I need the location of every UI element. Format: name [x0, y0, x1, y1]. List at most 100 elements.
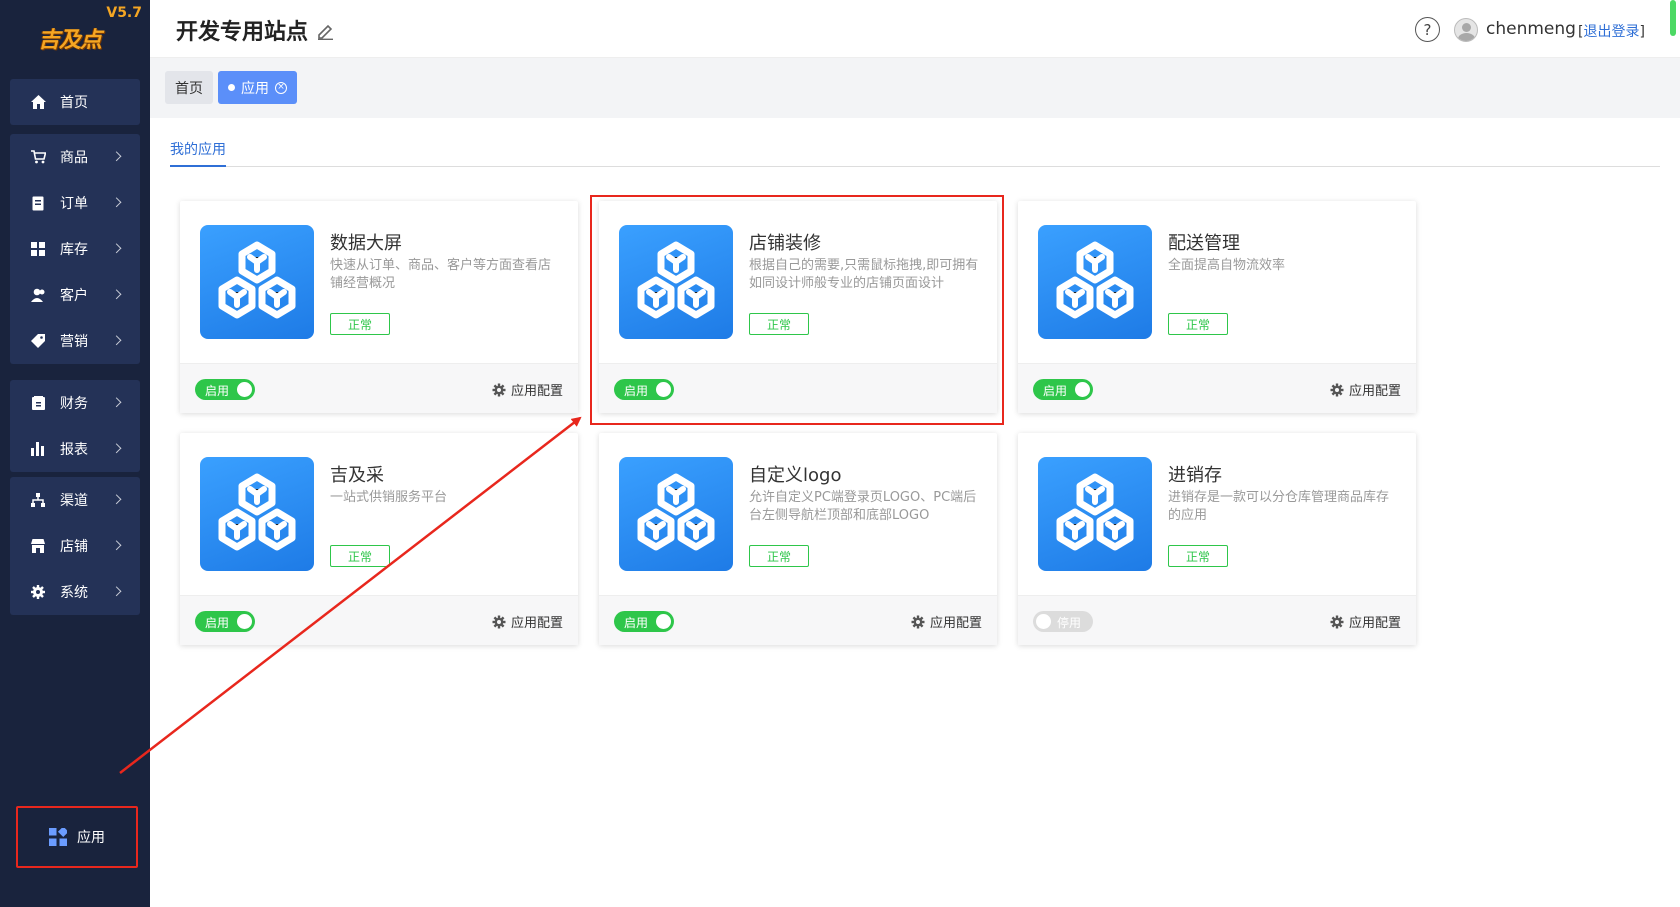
nav-group-finance: 财务 报表 [10, 380, 140, 472]
page-tabs-bar: 首页 应用 × [150, 58, 1680, 118]
sidebar-item-label: 商品 [60, 150, 88, 166]
home-icon [30, 94, 46, 110]
sidebar-item-products[interactable]: 商品 [10, 134, 140, 180]
tab-my-apps[interactable]: 我的应用 [170, 139, 226, 159]
nav-group-home: 首页 [10, 79, 140, 125]
app-description: 允许自定义PC端登录页LOGO、PC端后台左侧导航栏顶部和底部LOGO [749, 490, 977, 523]
sidebar-item-customers[interactable]: 客户 [10, 272, 140, 318]
app-config-button[interactable]: 应用配置 [492, 612, 563, 631]
nav-group-system: 渠道 店铺 系统 [10, 477, 140, 615]
app-cube-icon [619, 225, 733, 339]
channel-icon [30, 492, 46, 508]
sidebar-item-label: 财务 [60, 396, 88, 412]
card-footer: 停用 应用配置 [1018, 595, 1416, 645]
app-config-button[interactable]: 应用配置 [911, 612, 982, 631]
toggle-label: 启用 [624, 616, 649, 630]
app-config-button[interactable]: 应用配置 [1330, 612, 1401, 631]
app-config-button[interactable]: 应用配置 [492, 380, 563, 399]
chevron-right-icon [111, 443, 122, 454]
gear-icon [1330, 615, 1344, 629]
close-tab-icon[interactable]: × [275, 81, 287, 94]
enable-toggle[interactable]: 启用 [195, 611, 255, 632]
subtab-active-underline [170, 165, 226, 167]
sidebar-item-channels[interactable]: 渠道 [10, 477, 140, 523]
cart-icon [30, 149, 46, 165]
sidebar-item-system[interactable]: 系统 [10, 569, 140, 615]
chevron-right-icon [111, 397, 122, 408]
site-title-wrap: 开发专用站点 [176, 14, 334, 46]
enable-toggle[interactable]: 停用 [1033, 611, 1093, 632]
app-config-button[interactable]: 应用配置 [1330, 380, 1401, 399]
sidebar-item-inventory[interactable]: 库存 [10, 226, 140, 272]
gear-icon [492, 383, 506, 397]
version-label: V5.7 [106, 5, 142, 21]
chevron-right-icon [111, 586, 122, 597]
enable-toggle[interactable]: 启用 [195, 379, 255, 400]
status-badge: 正常 [330, 545, 390, 567]
toggle-knob [1036, 614, 1051, 629]
app-card: 自定义logo 允许自定义PC端登录页LOGO、PC端后台左侧导航栏顶部和底部LO… [599, 433, 997, 645]
enable-toggle[interactable]: 启用 [1033, 379, 1093, 400]
sidebar-item-reports[interactable]: 报表 [10, 426, 140, 472]
sidebar-item-home[interactable]: 首页 [10, 79, 140, 125]
apps-button[interactable]: 应用 [16, 806, 138, 868]
subtab-divider [170, 166, 1660, 167]
gear-icon [911, 615, 925, 629]
apps-grid-icon [49, 826, 69, 846]
nav-group-business: 商品 订单 库存 客户 营销 [10, 134, 140, 364]
status-badge: 正常 [1168, 313, 1228, 335]
tag-icon [30, 333, 46, 349]
scrollbar-indicator [1670, 0, 1676, 36]
enable-toggle[interactable]: 启用 [614, 611, 674, 632]
sidebar-item-label: 系统 [60, 585, 88, 601]
app-card: 配送管理 全面提高自物流效率 正常 启用 应用配置 [1018, 201, 1416, 413]
store-icon [30, 538, 46, 554]
edit-pencil-icon[interactable] [316, 21, 334, 40]
sidebar-item-label: 首页 [60, 95, 88, 111]
card-footer: 启用 应用配置 [599, 595, 997, 645]
inventory-icon [30, 241, 46, 257]
toggle-label: 启用 [205, 384, 230, 398]
app-config-label: 应用配置 [929, 616, 982, 631]
avatar[interactable] [1454, 18, 1478, 42]
top-header: 开发专用站点 ? chenmeng [退出登录] [150, 0, 1680, 58]
settings-icon [30, 584, 46, 600]
app-cube-icon [1038, 225, 1152, 339]
logout-link-wrap: [退出登录] [1578, 24, 1645, 40]
app-card: 店铺装修 根据自己的需要,只需鼠标拖拽,即可拥有如同设计师般专业的店铺页面设计 正常… [599, 201, 997, 413]
chevron-right-icon [111, 197, 122, 208]
sidebar-item-label: 渠道 [60, 493, 88, 509]
sidebar-item-marketing[interactable]: 营销 [10, 318, 140, 364]
app-card: 吉及采一站式供销服务平台正常启用 应用配置 [180, 433, 578, 645]
active-dot-icon [228, 84, 235, 91]
chevron-right-icon [111, 243, 122, 254]
logo-area: V5.7 吉及点 [0, 0, 150, 70]
toggle-label: 启用 [624, 384, 649, 398]
app-description: 全面提高自物流效率 [1168, 258, 1286, 273]
gear-icon [492, 615, 506, 629]
app-description: 一站式供销服务平台 [330, 490, 448, 505]
app-config-label: 应用配置 [1348, 616, 1401, 631]
help-question-icon[interactable]: ? [1415, 17, 1440, 42]
logout-link[interactable]: 退出登录 [1583, 24, 1639, 40]
app-name: 自定义logo [749, 465, 842, 486]
enable-toggle[interactable]: 启用 [614, 379, 674, 400]
app-description: 根据自己的需要,只需鼠标拖拽,即可拥有如同设计师般专业的店铺页面设计 [749, 258, 979, 291]
tab-home[interactable]: 首页 [165, 71, 213, 104]
app-cube-icon [200, 457, 314, 571]
toggle-knob [656, 614, 671, 629]
sidebar-item-orders[interactable]: 订单 [10, 180, 140, 226]
app-description: 进销存是一款可以分仓库管理商品库存的应用 [1168, 490, 1390, 523]
customer-icon [30, 287, 46, 303]
brand-logo: 吉及点 [38, 27, 102, 53]
tab-apps[interactable]: 应用 × [218, 71, 297, 104]
status-badge: 正常 [749, 545, 809, 567]
app-cube-icon [619, 457, 733, 571]
username-label[interactable]: chenmeng [1486, 19, 1576, 39]
sidebar-item-store[interactable]: 店铺 [10, 523, 140, 569]
sidebar-item-finance[interactable]: 财务 [10, 380, 140, 426]
app-name: 吉及采 [330, 465, 384, 486]
card-footer: 启用 应用配置 [1018, 363, 1416, 413]
sidebar: V5.7 吉及点 首页 商品 订单 库存 客户 营销 财务 报表 渠道 店铺 系… [0, 0, 150, 907]
app-card: 数据大屏 快速从订单、商品、客户等方面查看店铺经营概况 正常 启用 应用配置 [180, 201, 578, 413]
